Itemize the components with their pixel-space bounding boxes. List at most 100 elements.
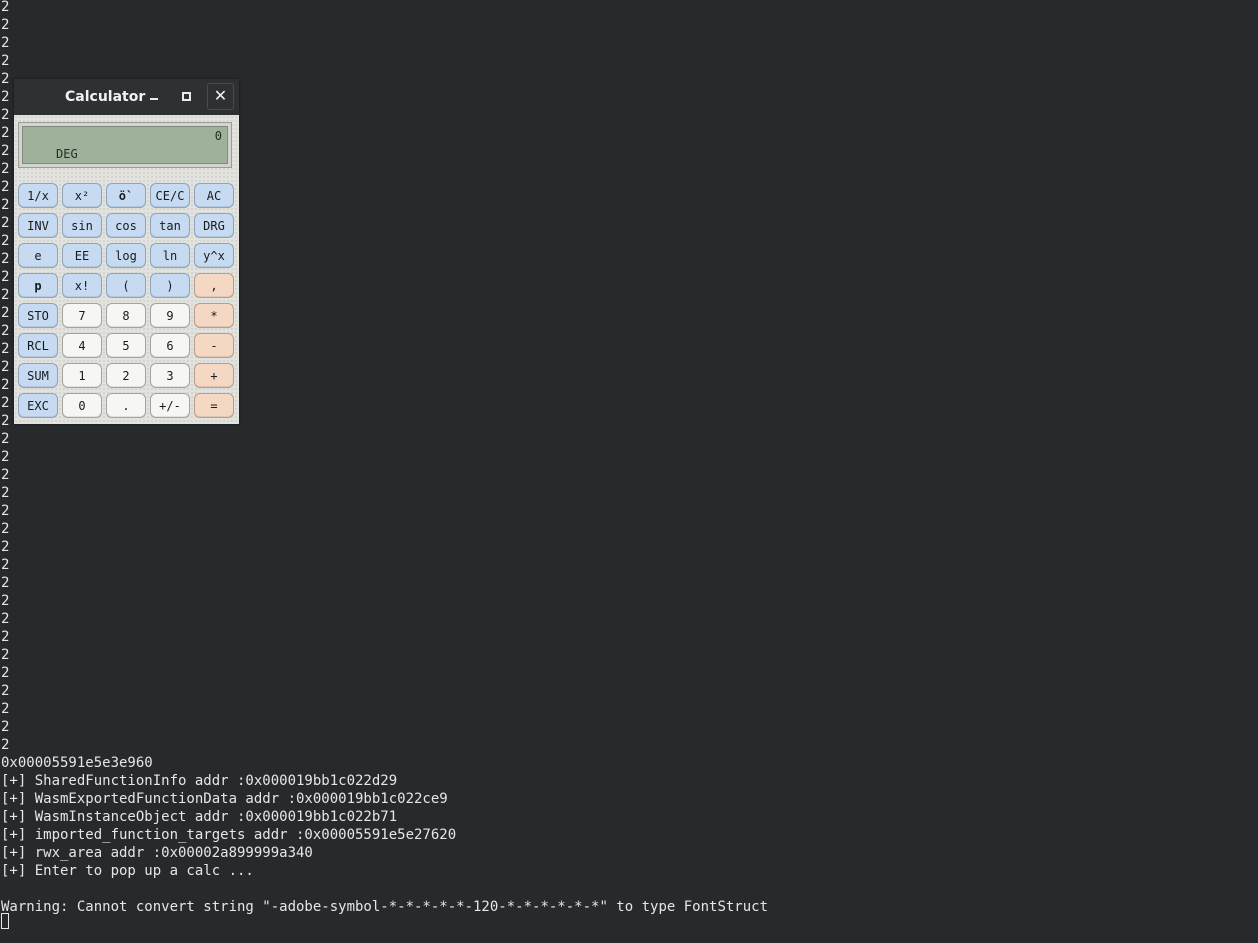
minimize-icon[interactable] xyxy=(148,88,164,104)
digit-0-button[interactable]: 0 xyxy=(62,393,102,418)
terminal-line: 2 xyxy=(1,737,10,753)
terminal-line: 2 xyxy=(1,485,10,501)
terminal-line: 2 xyxy=(1,683,10,699)
digit-2-button[interactable]: 2 xyxy=(106,363,146,388)
all-clear-button[interactable]: AC xyxy=(194,183,234,208)
terminal-line: 2 xyxy=(1,575,10,591)
comma-button[interactable]: , xyxy=(194,273,234,298)
factorial-button[interactable]: x! xyxy=(62,273,102,298)
terminal-line: 2 xyxy=(1,539,10,555)
terminal-line: 2 xyxy=(1,341,10,357)
digit-4-button[interactable]: 4 xyxy=(62,333,102,358)
terminal-line: 2 xyxy=(1,161,10,177)
add-button[interactable]: + xyxy=(194,363,234,388)
terminal-log-line: [+] imported_function_targets addr :0x00… xyxy=(1,827,457,843)
square-button[interactable]: x² xyxy=(62,183,102,208)
terminal-line: 2 xyxy=(1,629,10,645)
digit-7-button[interactable]: 7 xyxy=(62,303,102,328)
open-paren-button[interactable]: ( xyxy=(106,273,146,298)
window-title: Calculator xyxy=(65,89,146,105)
digit-6-button[interactable]: 6 xyxy=(150,333,190,358)
terminal-line: 2 xyxy=(1,467,10,483)
sum-button[interactable]: SUM xyxy=(18,363,58,388)
terminal-line: 2 xyxy=(1,647,10,663)
terminal-line: 2 xyxy=(1,197,10,213)
terminal-line: 2 xyxy=(1,251,10,267)
terminal-line: 2 xyxy=(1,125,10,141)
toggle-sign-button[interactable]: +/- xyxy=(150,393,190,418)
recall-button[interactable]: RCL xyxy=(18,333,58,358)
terminal-line: 2 xyxy=(1,89,10,105)
terminal-line: 2 xyxy=(1,71,10,87)
terminal-line: 2 xyxy=(1,593,10,609)
terminal-log-line: 0x00005591e5e3e960 xyxy=(1,755,153,771)
calculator-body: 0 DEG 1/x x² ö` CE/C AC INV sin cos tan … xyxy=(14,115,239,424)
digit-1-button[interactable]: 1 xyxy=(62,363,102,388)
log-button[interactable]: log xyxy=(106,243,146,268)
subtract-button[interactable]: - xyxy=(194,333,234,358)
decimal-button[interactable]: . xyxy=(106,393,146,418)
store-button[interactable]: STO xyxy=(18,303,58,328)
digit-9-button[interactable]: 9 xyxy=(150,303,190,328)
power-button[interactable]: y^x xyxy=(194,243,234,268)
terminal-line: 2 xyxy=(1,449,10,465)
terminal-cursor xyxy=(1,913,9,929)
terminal-log-line: [+] SharedFunctionInfo addr :0x000019bb1… xyxy=(1,773,398,789)
terminal-line: 2 xyxy=(1,143,10,159)
terminal-line: 2 xyxy=(1,323,10,339)
calculator-window[interactable]: Calculator ✕ 0 DEG 1/x x² ö` CE/C AC INV… xyxy=(14,79,239,424)
digit-3-button[interactable]: 3 xyxy=(150,363,190,388)
terminal-line: 2 xyxy=(1,287,10,303)
terminal-line: 2 xyxy=(1,233,10,249)
terminal-line: 2 xyxy=(1,719,10,735)
display-value: 0 xyxy=(214,129,222,143)
terminal-line: 2 xyxy=(1,53,10,69)
equals-button[interactable]: = xyxy=(194,393,234,418)
special-button[interactable]: ö` xyxy=(106,183,146,208)
terminal-line: 2 xyxy=(1,521,10,537)
terminal-line: 2 xyxy=(1,305,10,321)
maximize-icon[interactable] xyxy=(178,88,194,104)
digit-5-button[interactable]: 5 xyxy=(106,333,146,358)
terminal-line: 2 xyxy=(1,0,10,15)
ee-button[interactable]: EE xyxy=(62,243,102,268)
exchange-button[interactable]: EXC xyxy=(18,393,58,418)
angle-mode-indicator: DEG xyxy=(56,147,78,161)
terminal-line: 2 xyxy=(1,377,10,393)
terminal-line: 2 xyxy=(1,503,10,519)
terminal-line: 2 xyxy=(1,107,10,123)
calculator-display: 0 DEG xyxy=(22,126,228,164)
terminal-log-line: [+] rwx_area addr :0x00002a899999a340 xyxy=(1,845,313,861)
terminal-line: 2 xyxy=(1,413,10,429)
digit-8-button[interactable]: 8 xyxy=(106,303,146,328)
e-button[interactable]: e xyxy=(18,243,58,268)
sin-button[interactable]: sin xyxy=(62,213,102,238)
clear-entry-button[interactable]: CE/C xyxy=(150,183,190,208)
terminal-line: 2 xyxy=(1,215,10,231)
terminal-line: 2 xyxy=(1,611,10,627)
terminal-line: 2 xyxy=(1,701,10,717)
window-titlebar[interactable]: Calculator ✕ xyxy=(14,79,239,115)
terminal-line: 2 xyxy=(1,557,10,573)
inverse-button[interactable]: INV xyxy=(18,213,58,238)
terminal-line: 2 xyxy=(1,17,10,33)
pi-button[interactable]: p xyxy=(18,273,58,298)
close-paren-button[interactable]: ) xyxy=(150,273,190,298)
ln-button[interactable]: ln xyxy=(150,243,190,268)
terminal-line: 2 xyxy=(1,269,10,285)
terminal-log-line: [+] WasmExportedFunctionData addr :0x000… xyxy=(1,791,448,807)
display-frame: 0 DEG xyxy=(18,122,232,168)
terminal-line: 2 xyxy=(1,395,10,411)
close-icon[interactable]: ✕ xyxy=(207,83,234,110)
terminal-line: 2 xyxy=(1,359,10,375)
reciprocal-button[interactable]: 1/x xyxy=(18,183,58,208)
terminal-log-line: [+] Enter to pop up a calc ... xyxy=(1,863,254,879)
terminal-line: 2 xyxy=(1,179,10,195)
terminal-line: 2 xyxy=(1,665,10,681)
drg-button[interactable]: DRG xyxy=(194,213,234,238)
cos-button[interactable]: cos xyxy=(106,213,146,238)
tan-button[interactable]: tan xyxy=(150,213,190,238)
terminal-line: 2 xyxy=(1,35,10,51)
multiply-button[interactable]: * xyxy=(194,303,234,328)
terminal-log-line: [+] WasmInstanceObject addr :0x000019bb1… xyxy=(1,809,398,825)
